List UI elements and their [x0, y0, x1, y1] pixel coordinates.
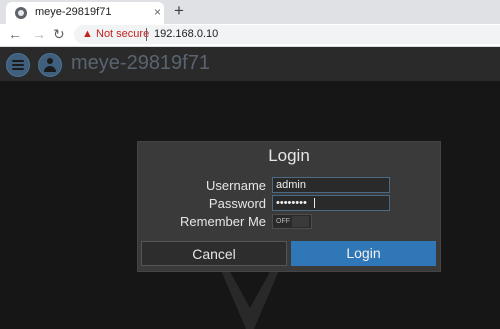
dialog-title: Login [268, 146, 310, 165]
text-caret [314, 198, 315, 208]
main-menu-button[interactable] [6, 53, 30, 77]
username-field[interactable]: admin [272, 177, 390, 193]
tab-title: meye-29819f71 [35, 6, 112, 18]
favicon-icon [15, 7, 27, 19]
browser-toolbar: ← → ↻ ▲ Not secure 192.168.0.10 [0, 24, 500, 47]
address-bar[interactable]: ▲ Not secure 192.168.0.10 [74, 25, 500, 44]
cancel-button[interactable]: Cancel [141, 241, 287, 266]
page-title: meye-29819f71 [71, 52, 210, 74]
background-logo [220, 268, 280, 329]
password-field[interactable]: •••••••• [272, 195, 390, 211]
new-tab-icon[interactable]: + [174, 1, 184, 21]
app-header: meye-29819f71 [0, 47, 500, 81]
toggle-state: OFF [276, 218, 290, 225]
browser-tab[interactable]: meye-29819f71 × [6, 2, 164, 24]
close-tab-icon[interactable]: × [154, 5, 161, 19]
security-label[interactable]: Not secure [96, 28, 149, 40]
username-value: admin [276, 179, 306, 191]
url-text[interactable]: 192.168.0.10 [154, 28, 218, 40]
password-value: •••••••• [276, 197, 307, 209]
remember-me-toggle[interactable]: OFF [272, 214, 312, 229]
reload-icon[interactable]: ↻ [53, 25, 65, 43]
address-divider [146, 28, 147, 41]
toggle-knob [292, 216, 309, 227]
password-label: Password [208, 196, 266, 211]
login-button[interactable]: Login [291, 241, 436, 266]
username-label: Username [206, 178, 266, 193]
hamburger-icon [12, 60, 24, 70]
forward-icon[interactable]: → [32, 25, 46, 43]
back-icon[interactable]: ← [8, 25, 22, 43]
warning-icon[interactable]: ▲ [82, 27, 93, 42]
login-dialog: Login Username admin Password •••••••• R… [137, 141, 441, 272]
tab-bar: meye-29819f71 × + [0, 0, 500, 24]
remember-me-label: Remember Me [180, 214, 266, 229]
user-button[interactable] [38, 53, 62, 77]
user-icon [47, 58, 53, 64]
